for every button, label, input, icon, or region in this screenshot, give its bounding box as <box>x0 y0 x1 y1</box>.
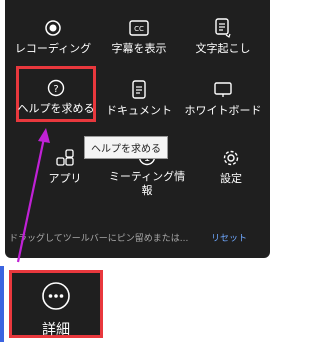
more-button[interactable]: 詳細 <box>9 270 103 338</box>
more-label: 詳細 <box>42 322 70 338</box>
window-edge <box>0 266 4 342</box>
more-icon <box>41 281 71 315</box>
